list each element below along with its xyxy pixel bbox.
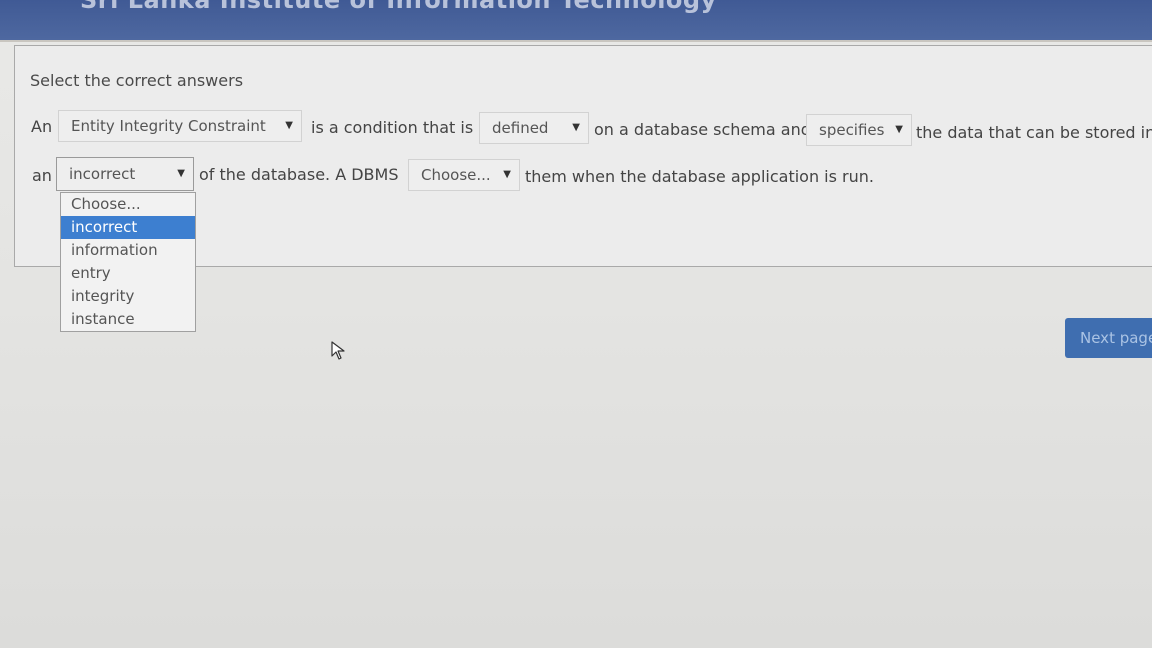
next-page-button[interactable]: Next page bbox=[1065, 318, 1152, 358]
dropdown-option-instance[interactable]: instance bbox=[61, 308, 195, 331]
select-blank-3-value: specifies bbox=[819, 121, 885, 139]
select-blank-1[interactable]: Entity Integrity Constraint ▼ bbox=[58, 110, 302, 142]
chevron-down-icon: ▼ bbox=[572, 122, 580, 133]
mouse-pointer-icon bbox=[331, 341, 345, 360]
chevron-down-icon: ▼ bbox=[895, 124, 903, 135]
select-blank-3[interactable]: specifies ▼ bbox=[806, 114, 912, 146]
header-title: Sri Lanka Institute of Information Techn… bbox=[80, 0, 717, 14]
chevron-down-icon: ▼ bbox=[177, 168, 185, 179]
select-blank-2-value: defined bbox=[492, 119, 549, 137]
dropdown-option-entry[interactable]: entry bbox=[61, 262, 195, 285]
select-blank-4[interactable]: incorrect ▼ bbox=[56, 157, 194, 191]
dropdown-option-choose[interactable]: Choose... bbox=[61, 193, 195, 216]
dropdown-option-information[interactable]: information bbox=[61, 239, 195, 262]
question-text-schema: on a database schema and bbox=[594, 120, 811, 139]
select-blank-5[interactable]: Choose... ▼ bbox=[408, 159, 520, 191]
dropdown-option-integrity[interactable]: integrity bbox=[61, 285, 195, 308]
select-blank-2[interactable]: defined ▼ bbox=[479, 112, 589, 144]
question-text-stored: the data that can be stored in bbox=[916, 123, 1152, 142]
question-text-an: An bbox=[31, 117, 53, 136]
select-blank-5-value: Choose... bbox=[421, 166, 491, 184]
select-blank-4-value: incorrect bbox=[69, 165, 136, 183]
header-divider bbox=[0, 40, 1152, 42]
select-blank-1-value: Entity Integrity Constraint bbox=[71, 117, 266, 135]
dropdown-list: Choose... incorrect information entry in… bbox=[60, 192, 196, 332]
dropdown-option-incorrect[interactable]: incorrect bbox=[61, 216, 195, 239]
question-prompt: Select the correct answers bbox=[30, 71, 244, 90]
header-bar: Sri Lanka Institute of Information Techn… bbox=[0, 0, 1152, 40]
question-text-run: them when the database application is ru… bbox=[525, 167, 874, 186]
question-text-database: of the database. A DBMS bbox=[199, 165, 399, 184]
chevron-down-icon: ▼ bbox=[285, 120, 293, 131]
question-text-an-2: an bbox=[32, 166, 52, 185]
chevron-down-icon: ▼ bbox=[503, 169, 511, 180]
question-text-condition: is a condition that is bbox=[311, 118, 474, 137]
